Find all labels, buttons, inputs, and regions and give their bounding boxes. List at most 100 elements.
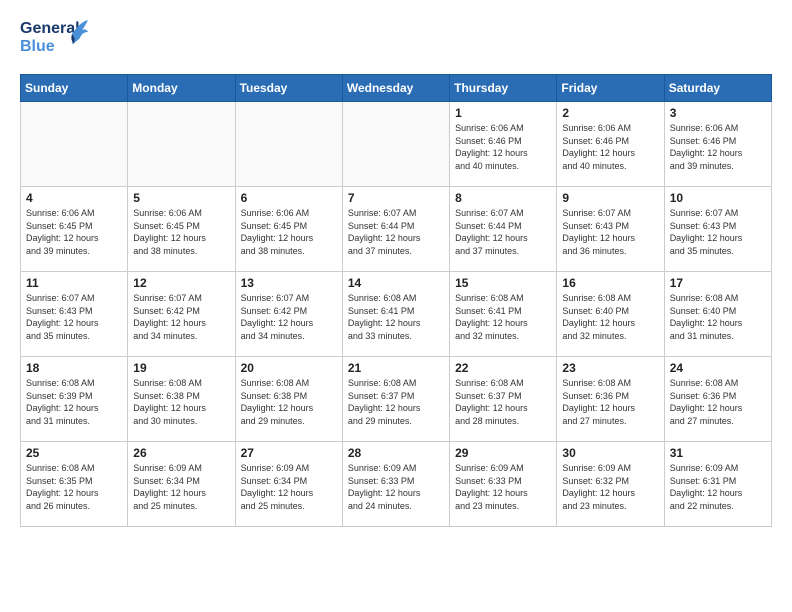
day-info: Sunrise: 6:07 AM Sunset: 6:42 PM Dayligh… bbox=[241, 292, 337, 342]
day-header-sunday: Sunday bbox=[21, 75, 128, 102]
calendar-cell: 12 Sunrise: 6:07 AM Sunset: 6:42 PM Dayli… bbox=[128, 272, 235, 357]
calendar-cell: 31Sunrise: 6:09 AM Sunset: 6:31 PM Dayli… bbox=[664, 442, 771, 527]
logo: General Blue bbox=[20, 20, 90, 64]
day-info: Sunrise: 6:08 AM Sunset: 6:40 PM Dayligh… bbox=[670, 292, 766, 342]
day-number: 31 bbox=[670, 446, 766, 460]
logo-bird-icon bbox=[68, 20, 90, 46]
calendar-cell: 18 Sunrise: 6:08 AM Sunset: 6:39 PM Dayli… bbox=[21, 357, 128, 442]
day-number: 14 bbox=[348, 276, 444, 290]
day-number: 25 bbox=[26, 446, 122, 460]
day-info: Sunrise: 6:06 AM Sunset: 6:46 PM Dayligh… bbox=[455, 122, 551, 172]
day-number: 18 bbox=[26, 361, 122, 375]
day-info: Sunrise: 6:07 AM Sunset: 6:44 PM Dayligh… bbox=[455, 207, 551, 257]
day-info: Sunrise: 6:09 AM Sunset: 6:34 PM Dayligh… bbox=[241, 462, 337, 512]
calendar-cell: 19 Sunrise: 6:08 AM Sunset: 6:38 PM Dayli… bbox=[128, 357, 235, 442]
day-number: 22 bbox=[455, 361, 551, 375]
calendar-cell: 16 Sunrise: 6:08 AM Sunset: 6:40 PM Dayli… bbox=[557, 272, 664, 357]
calendar-cell: 8 Sunrise: 6:07 AM Sunset: 6:44 PM Daylig… bbox=[450, 187, 557, 272]
day-info: Sunrise: 6:08 AM Sunset: 6:35 PM Dayligh… bbox=[26, 462, 122, 512]
day-info: Sunrise: 6:08 AM Sunset: 6:38 PM Dayligh… bbox=[241, 377, 337, 427]
day-number: 29 bbox=[455, 446, 551, 460]
calendar-cell: 4 Sunrise: 6:06 AM Sunset: 6:45 PM Daylig… bbox=[21, 187, 128, 272]
day-number: 9 bbox=[562, 191, 658, 205]
day-info: Sunrise: 6:07 AM Sunset: 6:42 PM Dayligh… bbox=[133, 292, 229, 342]
day-number: 17 bbox=[670, 276, 766, 290]
day-info: Sunrise: 6:09 AM Sunset: 6:33 PM Dayligh… bbox=[348, 462, 444, 512]
day-info: Sunrise: 6:06 AM Sunset: 6:46 PM Dayligh… bbox=[670, 122, 766, 172]
day-header-wednesday: Wednesday bbox=[342, 75, 449, 102]
calendar-cell: 23 Sunrise: 6:08 AM Sunset: 6:36 PM Dayli… bbox=[557, 357, 664, 442]
week-row-3: 11 Sunrise: 6:07 AM Sunset: 6:43 PM Dayli… bbox=[21, 272, 772, 357]
calendar-cell: 11 Sunrise: 6:07 AM Sunset: 6:43 PM Dayli… bbox=[21, 272, 128, 357]
calendar-cell: 28Sunrise: 6:09 AM Sunset: 6:33 PM Dayli… bbox=[342, 442, 449, 527]
day-number: 19 bbox=[133, 361, 229, 375]
calendar-cell: 15 Sunrise: 6:08 AM Sunset: 6:41 PM Dayli… bbox=[450, 272, 557, 357]
calendar-cell bbox=[21, 102, 128, 187]
day-number: 24 bbox=[670, 361, 766, 375]
calendar-cell: 30Sunrise: 6:09 AM Sunset: 6:32 PM Dayli… bbox=[557, 442, 664, 527]
day-info: Sunrise: 6:07 AM Sunset: 6:43 PM Dayligh… bbox=[670, 207, 766, 257]
day-info: Sunrise: 6:06 AM Sunset: 6:45 PM Dayligh… bbox=[133, 207, 229, 257]
day-info: Sunrise: 6:08 AM Sunset: 6:36 PM Dayligh… bbox=[670, 377, 766, 427]
day-number: 4 bbox=[26, 191, 122, 205]
calendar-cell: 10Sunrise: 6:07 AM Sunset: 6:43 PM Dayli… bbox=[664, 187, 771, 272]
day-header-friday: Friday bbox=[557, 75, 664, 102]
day-info: Sunrise: 6:08 AM Sunset: 6:39 PM Dayligh… bbox=[26, 377, 122, 427]
day-number: 30 bbox=[562, 446, 658, 460]
day-info: Sunrise: 6:06 AM Sunset: 6:45 PM Dayligh… bbox=[26, 207, 122, 257]
day-info: Sunrise: 6:08 AM Sunset: 6:37 PM Dayligh… bbox=[455, 377, 551, 427]
day-number: 13 bbox=[241, 276, 337, 290]
day-info: Sunrise: 6:06 AM Sunset: 6:46 PM Dayligh… bbox=[562, 122, 658, 172]
week-row-4: 18 Sunrise: 6:08 AM Sunset: 6:39 PM Dayli… bbox=[21, 357, 772, 442]
calendar-cell: 13 Sunrise: 6:07 AM Sunset: 6:42 PM Dayli… bbox=[235, 272, 342, 357]
day-info: Sunrise: 6:08 AM Sunset: 6:38 PM Dayligh… bbox=[133, 377, 229, 427]
day-info: Sunrise: 6:08 AM Sunset: 6:40 PM Dayligh… bbox=[562, 292, 658, 342]
calendar-cell: 27Sunrise: 6:09 AM Sunset: 6:34 PM Dayli… bbox=[235, 442, 342, 527]
calendar-cell: 2Sunrise: 6:06 AM Sunset: 6:46 PM Daylig… bbox=[557, 102, 664, 187]
day-info: Sunrise: 6:07 AM Sunset: 6:43 PM Dayligh… bbox=[562, 207, 658, 257]
calendar-cell: 22 Sunrise: 6:08 AM Sunset: 6:37 PM Dayli… bbox=[450, 357, 557, 442]
day-number: 16 bbox=[562, 276, 658, 290]
day-header-saturday: Saturday bbox=[664, 75, 771, 102]
week-row-5: 25 Sunrise: 6:08 AM Sunset: 6:35 PM Dayli… bbox=[21, 442, 772, 527]
day-number: 15 bbox=[455, 276, 551, 290]
day-info: Sunrise: 6:08 AM Sunset: 6:36 PM Dayligh… bbox=[562, 377, 658, 427]
calendar-cell: 5 Sunrise: 6:06 AM Sunset: 6:45 PM Daylig… bbox=[128, 187, 235, 272]
day-number: 5 bbox=[133, 191, 229, 205]
day-header-thursday: Thursday bbox=[450, 75, 557, 102]
day-number: 12 bbox=[133, 276, 229, 290]
calendar-cell: 17 Sunrise: 6:08 AM Sunset: 6:40 PM Dayli… bbox=[664, 272, 771, 357]
day-info: Sunrise: 6:08 AM Sunset: 6:41 PM Dayligh… bbox=[348, 292, 444, 342]
day-number: 20 bbox=[241, 361, 337, 375]
calendar-cell: 7Sunrise: 6:07 AM Sunset: 6:44 PM Daylig… bbox=[342, 187, 449, 272]
day-info: Sunrise: 6:07 AM Sunset: 6:43 PM Dayligh… bbox=[26, 292, 122, 342]
day-info: Sunrise: 6:06 AM Sunset: 6:45 PM Dayligh… bbox=[241, 207, 337, 257]
header-row: SundayMondayTuesdayWednesdayThursdayFrid… bbox=[21, 75, 772, 102]
day-info: Sunrise: 6:09 AM Sunset: 6:33 PM Dayligh… bbox=[455, 462, 551, 512]
day-number: 23 bbox=[562, 361, 658, 375]
page-header: General Blue bbox=[20, 20, 772, 64]
calendar-cell: 9 Sunrise: 6:07 AM Sunset: 6:43 PM Daylig… bbox=[557, 187, 664, 272]
day-info: Sunrise: 6:09 AM Sunset: 6:34 PM Dayligh… bbox=[133, 462, 229, 512]
calendar-cell: 6 Sunrise: 6:06 AM Sunset: 6:45 PM Daylig… bbox=[235, 187, 342, 272]
calendar-cell: 14 Sunrise: 6:08 AM Sunset: 6:41 PM Dayli… bbox=[342, 272, 449, 357]
calendar-cell bbox=[128, 102, 235, 187]
day-info: Sunrise: 6:08 AM Sunset: 6:41 PM Dayligh… bbox=[455, 292, 551, 342]
calendar-cell: 26 Sunrise: 6:09 AM Sunset: 6:34 PM Dayli… bbox=[128, 442, 235, 527]
day-number: 11 bbox=[26, 276, 122, 290]
calendar-cell: 21 Sunrise: 6:08 AM Sunset: 6:37 PM Dayli… bbox=[342, 357, 449, 442]
day-number: 7 bbox=[348, 191, 444, 205]
day-header-tuesday: Tuesday bbox=[235, 75, 342, 102]
calendar-cell bbox=[235, 102, 342, 187]
day-number: 26 bbox=[133, 446, 229, 460]
calendar-cell: 3 Sunrise: 6:06 AM Sunset: 6:46 PM Daylig… bbox=[664, 102, 771, 187]
day-number: 21 bbox=[348, 361, 444, 375]
day-header-monday: Monday bbox=[128, 75, 235, 102]
calendar-cell: 20 Sunrise: 6:08 AM Sunset: 6:38 PM Dayli… bbox=[235, 357, 342, 442]
day-info: Sunrise: 6:08 AM Sunset: 6:37 PM Dayligh… bbox=[348, 377, 444, 427]
day-number: 8 bbox=[455, 191, 551, 205]
day-number: 3 bbox=[670, 106, 766, 120]
calendar-cell: 25 Sunrise: 6:08 AM Sunset: 6:35 PM Dayli… bbox=[21, 442, 128, 527]
day-number: 1 bbox=[455, 106, 551, 120]
day-number: 6 bbox=[241, 191, 337, 205]
